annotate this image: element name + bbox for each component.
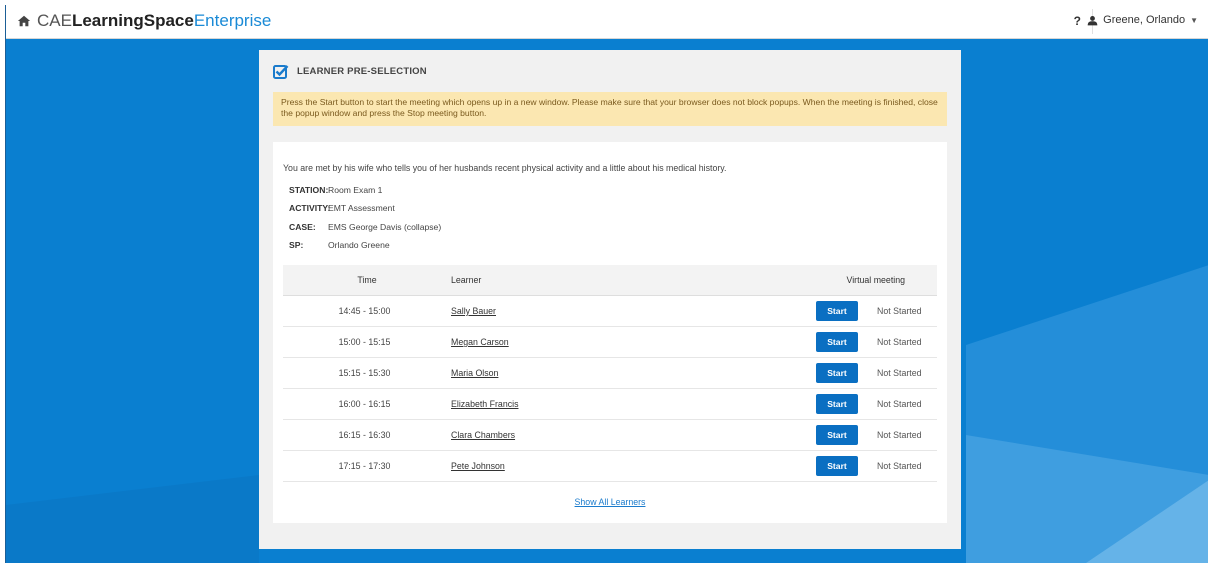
table-row: 17:15 - 17:30 Pete Johnson Start Not Sta… (283, 451, 937, 482)
start-button[interactable]: Start (816, 332, 858, 352)
meeting-status: Not Started (877, 399, 922, 409)
learner-cell: Sally Bauer (446, 306, 666, 316)
meeting-status: Not Started (877, 368, 922, 378)
table-row: 14:45 - 15:00 Sally Bauer Start Not Star… (283, 296, 937, 327)
session-details: STATION: Room Exam 1 ACTIVITY: EMT Asses… (289, 185, 441, 258)
meeting-cell: Start Not Started (666, 363, 937, 383)
help-button[interactable]: ? (1074, 14, 1081, 28)
app-window: CAELearningSpaceEnterprise ? Greene, Orl… (5, 5, 1208, 563)
detail-row: CASE: EMS George Davis (collapse) (289, 222, 441, 240)
brand-logo[interactable]: CAELearningSpaceEnterprise (17, 11, 271, 31)
table-row: 16:00 - 16:15 Elizabeth Francis Start No… (283, 389, 937, 420)
show-all-learners-link[interactable]: Show All Learners (575, 497, 646, 507)
meeting-cell: Start Not Started (666, 394, 937, 414)
learner-link[interactable]: Megan Carson (451, 337, 509, 347)
meeting-cell: Start Not Started (666, 456, 937, 476)
table-row: 15:00 - 15:15 Megan Carson Start Not Sta… (283, 327, 937, 358)
detail-key: STATION: (289, 185, 329, 195)
learner-cell: Maria Olson (446, 368, 666, 378)
brand-suffix: Enterprise (193, 11, 272, 30)
meeting-cell: Start Not Started (666, 301, 937, 321)
learner-cell: Clara Chambers (446, 430, 666, 440)
time-slot: 16:00 - 16:15 (338, 399, 391, 409)
meeting-status: Not Started (877, 461, 922, 471)
show-all-container: Show All Learners (273, 497, 947, 507)
learner-link[interactable]: Sally Bauer (451, 306, 496, 316)
learner-link[interactable]: Maria Olson (451, 368, 498, 378)
learner-link[interactable]: Elizabeth Francis (451, 399, 518, 409)
panel-header: LEARNER PRE-SELECTION (273, 64, 427, 79)
learner-link[interactable]: Pete Johnson (451, 461, 505, 471)
detail-key: SP: (289, 239, 304, 250)
user-icon (1087, 15, 1098, 25)
detail-row: ACTIVITY: EMT Assessment (289, 203, 441, 221)
meeting-status: Not Started (877, 337, 922, 347)
detail-value: EMS George Davis (collapse) (328, 221, 442, 232)
case-intro: You are met by his wife who tells you of… (283, 163, 727, 173)
detail-value: EMT Assessment (328, 203, 395, 214)
detail-value: Room Exam 1 (328, 185, 383, 195)
table-row: 15:15 - 15:30 Maria Olson Start Not Star… (283, 358, 937, 389)
detail-key: ACTIVITY: (289, 203, 331, 214)
column-header-virtual-meeting: Virtual meeting (846, 275, 905, 285)
start-button[interactable]: Start (816, 301, 858, 321)
chevron-down-icon: ▼ (1190, 15, 1198, 25)
learner-preselection-panel: LEARNER PRE-SELECTION Press the Start bu… (259, 50, 961, 549)
time-slot: 16:15 - 16:30 (338, 430, 391, 440)
time-slot: 15:00 - 15:15 (338, 337, 391, 347)
meeting-status: Not Started (877, 430, 922, 440)
learner-cell: Megan Carson (446, 337, 666, 347)
time-slot: 14:45 - 15:00 (338, 306, 391, 316)
learners-table: Time Learner Virtual meeting 14:45 - 15:… (283, 265, 937, 482)
table-header: Time Learner Virtual meeting (283, 265, 937, 296)
popup-notice: Press the Start button to start the meet… (273, 92, 947, 126)
top-navbar: CAELearningSpaceEnterprise ? Greene, Orl… (6, 5, 1208, 39)
meeting-status: Not Started (877, 306, 922, 316)
column-header-learner: Learner (451, 275, 482, 285)
brand-prefix: CAE (37, 11, 72, 30)
learner-cell: Pete Johnson (446, 461, 666, 471)
time-slot: 17:15 - 17:30 (338, 461, 391, 471)
detail-row: SP: Orlando Greene (289, 240, 441, 258)
meeting-cell: Start Not Started (666, 425, 937, 445)
table-row: 16:15 - 16:30 Clara Chambers Start Not S… (283, 420, 937, 451)
start-button[interactable]: Start (816, 363, 858, 383)
start-button[interactable]: Start (816, 425, 858, 445)
learner-link[interactable]: Clara Chambers (451, 430, 515, 440)
panel-title: LEARNER PRE-SELECTION (297, 66, 427, 77)
column-header-time: Time (357, 275, 377, 285)
learner-cell: Elizabeth Francis (446, 399, 666, 409)
detail-value: Orlando Greene (328, 239, 390, 250)
session-content: You are met by his wife who tells you of… (273, 142, 947, 523)
user-menu[interactable]: Greene, Orlando ▼ (1087, 14, 1198, 26)
detail-row: STATION: Room Exam 1 (289, 185, 441, 203)
time-slot: 15:15 - 15:30 (338, 368, 391, 378)
start-button[interactable]: Start (816, 394, 858, 414)
start-button[interactable]: Start (816, 456, 858, 476)
home-icon (17, 15, 31, 27)
detail-key: CASE: (289, 221, 316, 232)
brand-main: LearningSpace (71, 11, 194, 30)
meeting-cell: Start Not Started (666, 332, 937, 352)
checkbox-checked-icon (273, 65, 289, 79)
user-name: Greene, Orlando (1103, 14, 1186, 26)
